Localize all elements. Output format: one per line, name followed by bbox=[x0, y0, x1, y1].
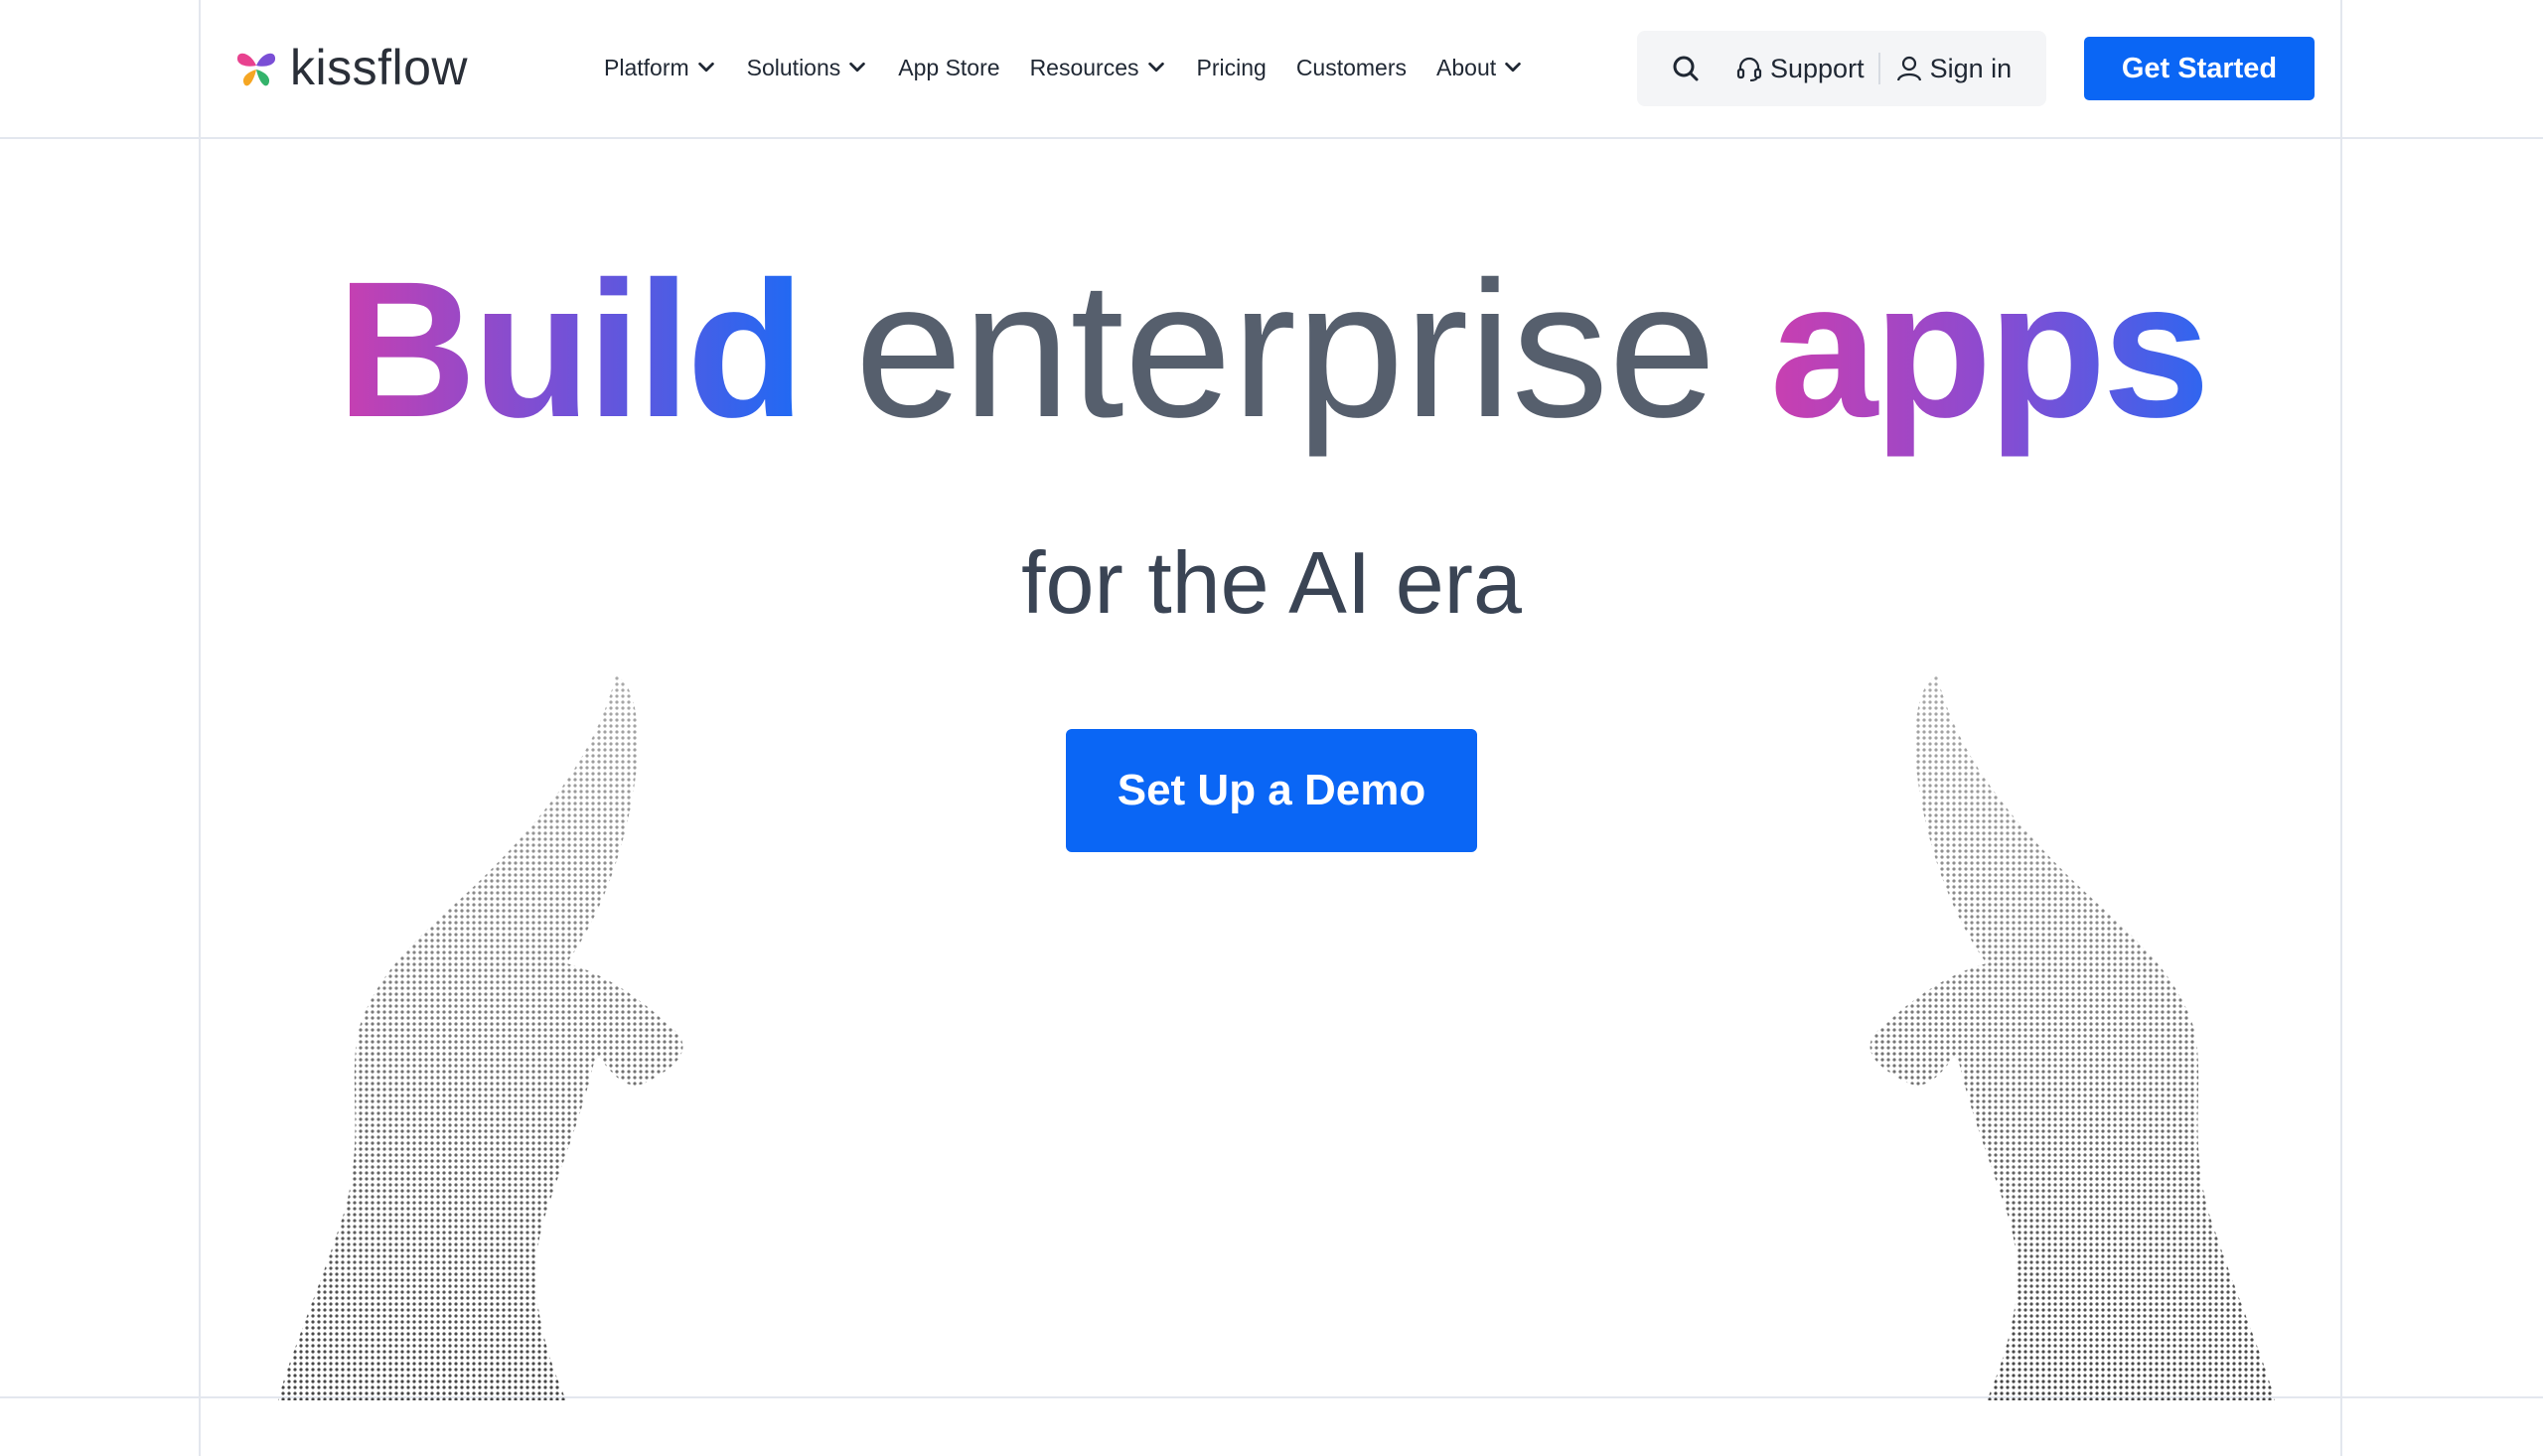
utility-separator bbox=[1877, 53, 1880, 84]
search-icon bbox=[1673, 56, 1699, 81]
header-divider bbox=[0, 137, 2543, 139]
get-started-button[interactable]: Get Started bbox=[2084, 37, 2315, 100]
main-nav: Platform Solutions App Store Resources P… bbox=[604, 44, 1524, 91]
nav-item-pricing[interactable]: Pricing bbox=[1197, 55, 1267, 81]
nav-item-label: Solutions bbox=[746, 54, 841, 80]
chevron-down-icon bbox=[1147, 62, 1164, 73]
set-up-demo-button[interactable]: Set Up a Demo bbox=[1066, 729, 1477, 852]
page: kissflow Platform Solutions App Store Re… bbox=[0, 0, 2543, 1456]
nav-item-customers[interactable]: Customers bbox=[1296, 55, 1407, 81]
nav-item-label: Resources bbox=[1029, 54, 1139, 80]
nav-item-solutions[interactable]: Solutions bbox=[747, 55, 869, 81]
nav-item-label: Customers bbox=[1295, 54, 1408, 80]
hero-title-build: Build bbox=[336, 241, 805, 458]
chevron-down-icon bbox=[697, 62, 714, 73]
chevron-down-icon bbox=[849, 62, 866, 73]
nav-item-label: About bbox=[1436, 54, 1497, 80]
frame-line-left bbox=[199, 0, 201, 1456]
search-button[interactable] bbox=[1637, 31, 1734, 106]
nav-item-about[interactable]: About bbox=[1436, 55, 1524, 81]
chevron-down-icon bbox=[1505, 62, 1521, 73]
hero-title-enterprise: enterprise bbox=[854, 241, 1717, 458]
support-label: Support bbox=[1770, 53, 1865, 83]
nav-item-label: App Store bbox=[898, 54, 1000, 80]
frame-line-right bbox=[2340, 0, 2342, 1456]
sign-in-link[interactable]: Sign in bbox=[1894, 53, 2013, 84]
nav-item-platform[interactable]: Platform bbox=[604, 55, 717, 81]
right-hand-illustration bbox=[1870, 675, 2275, 1400]
kissflow-butterfly-icon bbox=[236, 53, 276, 86]
hero-title-apps: apps bbox=[1769, 241, 2210, 458]
hero-subtitle: for the AI era bbox=[1021, 533, 1522, 632]
nav-item-label: Platform bbox=[604, 54, 689, 80]
logo-link[interactable]: kissflow bbox=[232, 36, 468, 99]
nav-item-app-store[interactable]: App Store bbox=[898, 55, 999, 81]
support-link[interactable]: Support bbox=[1734, 54, 1865, 84]
headset-icon bbox=[1736, 57, 1762, 81]
utility-bar: Support Sign in bbox=[1637, 31, 2046, 106]
user-icon bbox=[1896, 56, 1921, 81]
nav-item-resources[interactable]: Resources bbox=[1030, 55, 1167, 81]
nav-item-label: Pricing bbox=[1196, 54, 1267, 80]
site-header: kissflow Platform Solutions App Store Re… bbox=[201, 0, 2340, 137]
logo-wordmark: kissflow bbox=[290, 40, 469, 95]
hero-title: Build enterprise apps bbox=[0, 253, 2543, 447]
left-hand-illustration bbox=[278, 675, 683, 1400]
sign-in-label: Sign in bbox=[1929, 53, 2013, 83]
